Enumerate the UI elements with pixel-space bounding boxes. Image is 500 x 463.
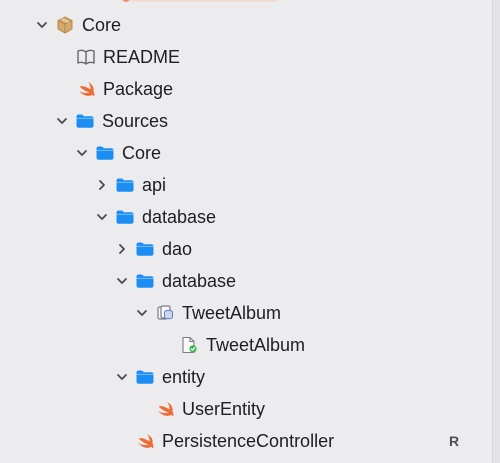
swift-file-icon — [76, 79, 96, 99]
tree-row-api[interactable]: api — [0, 169, 492, 201]
folder-icon — [115, 207, 135, 227]
partially-visible-row — [122, 0, 278, 2]
tree-row-database-group[interactable]: database — [0, 201, 492, 233]
chevron-down-icon[interactable] — [114, 369, 130, 385]
tree-row-database-subgroup[interactable]: database — [0, 265, 492, 297]
package-icon — [55, 15, 75, 35]
chevron-right-icon[interactable] — [114, 241, 130, 257]
tree-row-label: Core — [82, 15, 122, 35]
tree-row-readme[interactable]: README — [0, 41, 492, 73]
chevron-right-icon[interactable] — [94, 177, 110, 193]
swift-file-icon — [155, 399, 175, 419]
chevron-down-icon[interactable] — [134, 305, 150, 321]
tree-row-persistence-controller[interactable]: PersistenceController R — [0, 425, 492, 457]
folder-icon — [135, 239, 155, 259]
vertical-scrollbar[interactable] — [492, 0, 500, 463]
book-icon — [76, 47, 96, 67]
swift-file-icon — [135, 431, 155, 451]
tree-row-label: TweetAlbum — [182, 303, 282, 323]
tree-row-tweet-album-model[interactable]: TweetAlbum — [0, 297, 492, 329]
tree-row-package[interactable]: Package — [0, 73, 492, 105]
tree-row-tweet-album-version[interactable]: TweetAlbum — [0, 329, 492, 361]
tree-row-label: UserEntity — [182, 399, 266, 419]
tree-row-core-root[interactable]: Core — [0, 9, 492, 41]
tree-row-core-folder[interactable]: Core — [0, 137, 492, 169]
tree-row-user-entity[interactable]: UserEntity — [0, 393, 492, 425]
tree-row-label: TweetAlbum — [206, 335, 306, 355]
project-navigator: Core README Package Sources Core api dat… — [0, 0, 500, 463]
data-model-icon — [155, 303, 175, 323]
model-version-icon — [179, 335, 199, 355]
folder-icon — [75, 111, 95, 131]
chevron-down-icon[interactable] — [74, 145, 90, 161]
tree-row-label: Package — [103, 79, 174, 99]
source-control-status-badge: R — [449, 433, 460, 449]
chevron-down-icon[interactable] — [94, 209, 110, 225]
tree-row-dao[interactable]: dao — [0, 233, 492, 265]
tree-row-sources[interactable]: Sources — [0, 105, 492, 137]
tree-row-label: Core — [122, 143, 162, 163]
chevron-down-icon[interactable] — [114, 273, 130, 289]
tree-row-label: PersistenceController — [162, 431, 335, 451]
folder-icon — [115, 175, 135, 195]
folder-icon — [135, 367, 155, 387]
tree-row-label: README — [103, 47, 181, 67]
tree-row-label: Sources — [102, 111, 169, 131]
tree-row-entity[interactable]: entity — [0, 361, 492, 393]
folder-icon — [135, 271, 155, 291]
tree-row-label: api — [142, 175, 167, 195]
chevron-down-icon[interactable] — [34, 17, 50, 33]
tree-row-label: dao — [162, 239, 193, 259]
folder-icon — [95, 143, 115, 163]
tree-row-label: entity — [162, 367, 206, 387]
tree-row-label: database — [162, 271, 237, 291]
chevron-down-icon[interactable] — [54, 113, 70, 129]
tree-row-label: database — [142, 207, 217, 227]
